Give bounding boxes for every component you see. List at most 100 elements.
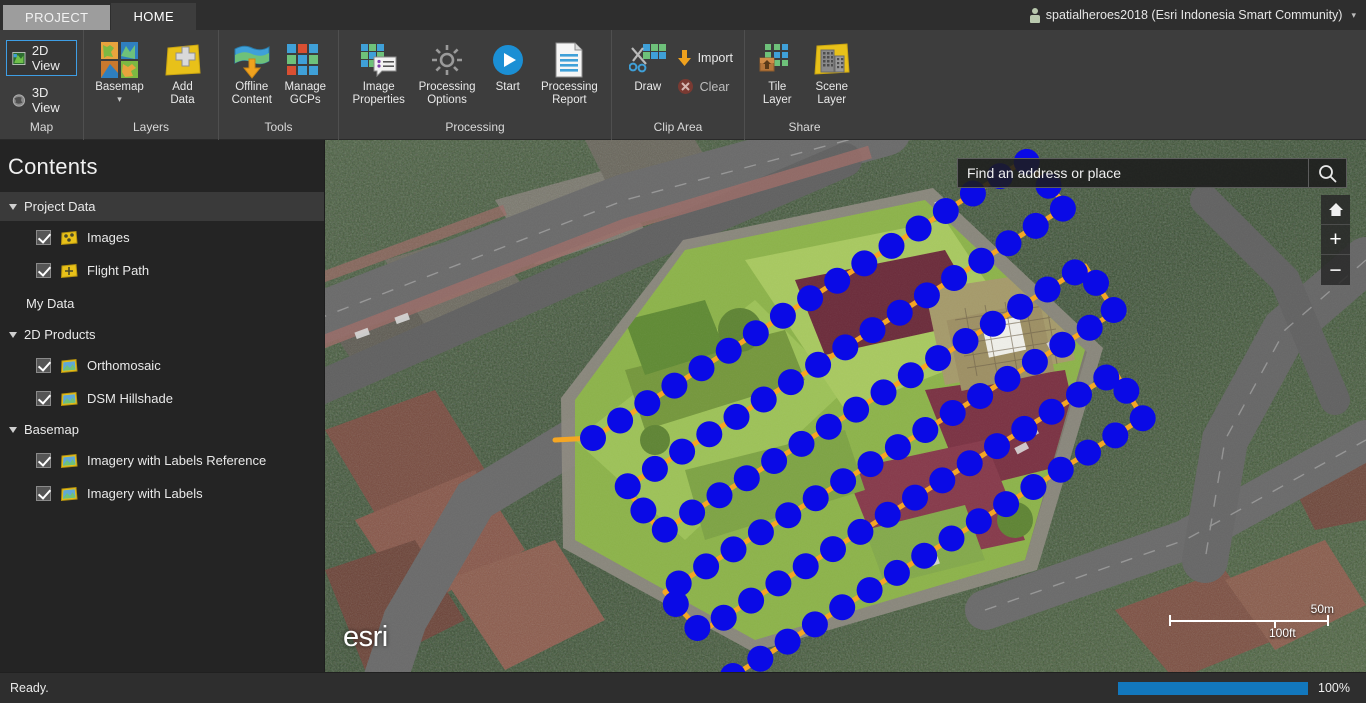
button-add-data[interactable]: Add Data: [155, 36, 210, 110]
image-point[interactable]: [1007, 293, 1034, 320]
image-point[interactable]: [859, 317, 886, 344]
button-offline-content[interactable]: Offline Content: [227, 36, 277, 110]
image-point[interactable]: [857, 451, 884, 478]
image-point[interactable]: [967, 383, 994, 409]
image-point[interactable]: [932, 198, 959, 224]
layer-checkbox-imagery-with-labels[interactable]: [36, 486, 51, 501]
image-point[interactable]: [886, 299, 913, 326]
image-point[interactable]: [994, 365, 1021, 392]
image-point[interactable]: [720, 536, 747, 563]
image-point[interactable]: [801, 611, 828, 638]
image-point[interactable]: [1083, 269, 1109, 296]
image-point[interactable]: [820, 536, 846, 563]
button-basemap[interactable]: Basemap ▾: [92, 36, 147, 107]
layer-checkbox-flight-path[interactable]: [36, 263, 51, 278]
image-point[interactable]: [614, 473, 641, 500]
image-point[interactable]: [830, 468, 857, 495]
image-point[interactable]: [1020, 474, 1047, 500]
image-point[interactable]: [641, 455, 668, 482]
tree-item-imagery-with-labels[interactable]: Imagery with Labels: [0, 477, 324, 510]
image-point[interactable]: [661, 372, 688, 399]
tree-item-imagery-with-labels-reference[interactable]: Imagery with Labels Reference: [0, 444, 324, 477]
image-point[interactable]: [913, 282, 940, 309]
button-processing-options[interactable]: Processing Options: [414, 36, 479, 110]
layer-checkbox-orthomosaic[interactable]: [36, 358, 51, 373]
tree-item-dsm-hillshade[interactable]: DSM Hillshade: [0, 382, 324, 415]
button-2d-view[interactable]: 2D View: [6, 40, 77, 76]
button-scene-layer[interactable]: Scene Layer: [808, 36, 857, 110]
image-point[interactable]: [805, 351, 832, 378]
zoom-in-button[interactable]: +: [1321, 225, 1350, 255]
image-point[interactable]: [905, 215, 932, 242]
image-point[interactable]: [1022, 212, 1049, 239]
image-point[interactable]: [1129, 405, 1156, 432]
image-point[interactable]: [733, 465, 760, 492]
image-point[interactable]: [965, 508, 992, 535]
image-point[interactable]: [993, 491, 1020, 518]
expand-triangle-icon[interactable]: [9, 426, 17, 433]
image-point[interactable]: [870, 379, 897, 406]
search-input[interactable]: [958, 159, 1308, 187]
image-point[interactable]: [792, 553, 819, 580]
image-point[interactable]: [968, 247, 995, 274]
image-point[interactable]: [884, 434, 911, 461]
image-point[interactable]: [706, 482, 733, 509]
button-draw[interactable]: Draw: [624, 36, 672, 97]
map-view[interactable]: + − esri 50m 100ft: [325, 140, 1366, 672]
image-point[interactable]: [874, 501, 901, 528]
image-point[interactable]: [938, 525, 965, 552]
image-point[interactable]: [941, 265, 968, 291]
image-point[interactable]: [883, 559, 910, 586]
image-point[interactable]: [1047, 456, 1074, 483]
button-3d-view[interactable]: 3D View: [6, 82, 77, 118]
image-point[interactable]: [984, 433, 1010, 460]
tree-item-flight-path[interactable]: Flight Path: [0, 254, 324, 287]
image-point[interactable]: [630, 497, 657, 524]
image-point[interactable]: [750, 386, 777, 413]
image-point[interactable]: [769, 302, 796, 329]
image-point[interactable]: [1049, 331, 1076, 358]
image-point[interactable]: [878, 232, 905, 259]
tree-group-2d-products[interactable]: 2D Products: [0, 320, 324, 349]
image-point[interactable]: [634, 390, 661, 417]
image-point[interactable]: [956, 450, 983, 477]
image-point[interactable]: [847, 518, 874, 545]
expand-triangle-icon[interactable]: [9, 331, 17, 338]
image-point[interactable]: [824, 267, 851, 294]
tree-item-my-data[interactable]: My Data: [0, 287, 324, 320]
expand-triangle-icon[interactable]: [9, 203, 17, 210]
search-bar[interactable]: [957, 158, 1347, 188]
image-point[interactable]: [765, 570, 792, 597]
image-point[interactable]: [952, 328, 979, 354]
tab-project[interactable]: PROJECT: [3, 5, 111, 30]
image-point[interactable]: [911, 542, 938, 569]
image-point[interactable]: [843, 396, 870, 423]
image-point[interactable]: [651, 516, 678, 543]
image-point[interactable]: [775, 502, 802, 529]
image-point[interactable]: [788, 430, 815, 457]
search-button[interactable]: [1308, 159, 1346, 187]
image-point[interactable]: [747, 645, 774, 672]
button-start[interactable]: Start: [484, 36, 532, 97]
image-point[interactable]: [580, 425, 606, 451]
image-point[interactable]: [925, 345, 952, 372]
image-point[interactable]: [747, 519, 774, 546]
image-point[interactable]: [777, 369, 804, 396]
button-manage-gcps[interactable]: Manage GCPs: [281, 36, 331, 110]
image-point[interactable]: [742, 320, 769, 347]
image-point[interactable]: [693, 553, 720, 580]
image-point[interactable]: [679, 499, 706, 526]
tab-home[interactable]: HOME: [111, 3, 197, 30]
button-processing-report[interactable]: Processing Report: [536, 36, 603, 110]
image-point[interactable]: [1038, 398, 1065, 425]
image-point[interactable]: [761, 448, 788, 474]
image-point[interactable]: [696, 421, 723, 448]
layer-checkbox-dsm-hillshade[interactable]: [36, 391, 51, 406]
image-point[interactable]: [738, 587, 765, 614]
image-point[interactable]: [1011, 415, 1038, 442]
button-tile-layer[interactable]: Tile Layer: [753, 36, 802, 110]
image-point[interactable]: [684, 615, 711, 641]
tree-item-orthomosaic[interactable]: Orthomosaic: [0, 349, 324, 382]
button-clear[interactable]: Clear: [674, 77, 736, 96]
image-point[interactable]: [1049, 195, 1076, 222]
